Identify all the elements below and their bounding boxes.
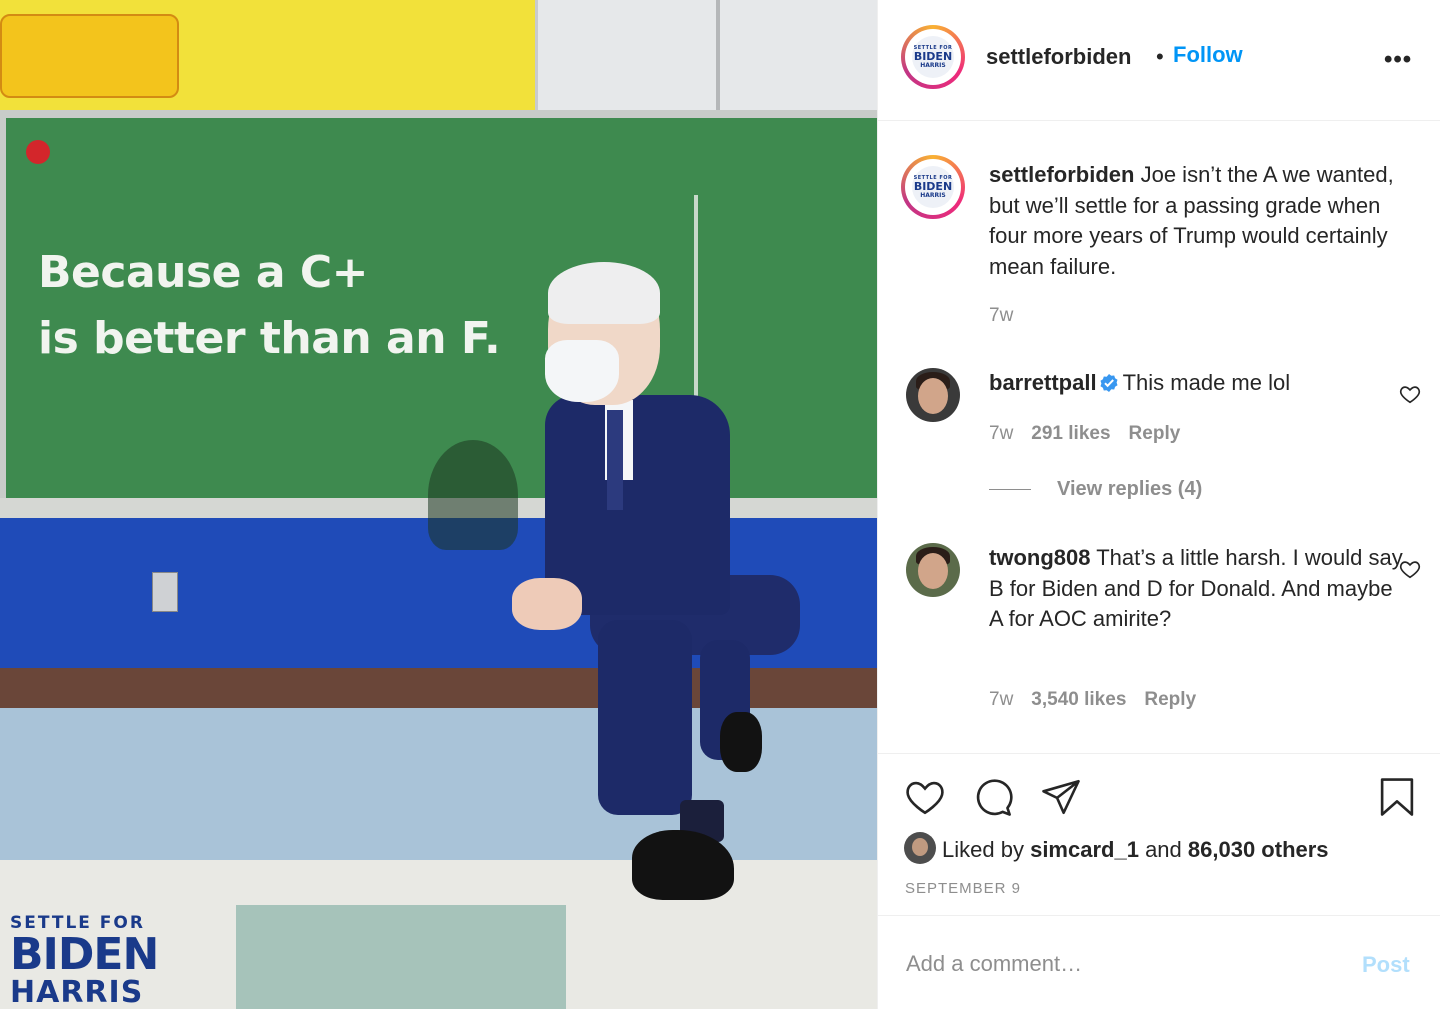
caption-avatar[interactable]: SETTLE FOR BIDEN HARRIS <box>901 155 965 219</box>
welcome-back-bus-poster <box>0 14 179 98</box>
logo-line-3: HARRIS <box>10 975 144 1009</box>
view-replies-button[interactable]: View replies (4) <box>989 478 1202 501</box>
liked-by-and: and <box>1145 837 1182 862</box>
avatar-logo: SETTLE FOR BIDEN HARRIS <box>912 166 954 208</box>
person-hair <box>548 262 660 324</box>
liked-by-prefix: Liked by <box>942 837 1024 862</box>
comment-username[interactable]: twong808 <box>989 545 1090 570</box>
replies-divider-line <box>989 489 1031 491</box>
wall-outlet <box>152 572 178 612</box>
comment-avatar[interactable] <box>906 543 960 597</box>
settle-for-biden-logo: SETTLE FOR BIDEN HARRIS <box>10 913 159 1009</box>
comment-like-heart-icon[interactable] <box>1399 558 1421 580</box>
share-send-icon[interactable] <box>1040 776 1082 818</box>
avatar-logo-line-3: HARRIS <box>920 62 946 69</box>
avatar-face <box>918 553 948 589</box>
comment-meta: 7w 291 likes Reply <box>989 423 1180 445</box>
avatar-logo-line-2: BIDEN <box>913 50 953 63</box>
follow-button[interactable]: Follow <box>1173 42 1243 68</box>
more-options-icon[interactable]: ••• <box>1384 46 1412 74</box>
liked-by-avatar[interactable] <box>904 832 936 864</box>
liked-by: Liked by simcard_1 and 86,030 others <box>904 832 1329 864</box>
person-tie <box>607 410 623 510</box>
view-replies-label: View replies (4) <box>1057 478 1203 500</box>
comment-reply-button[interactable]: Reply <box>1129 423 1181 444</box>
post-date[interactable]: SEPTEMBER 9 <box>905 880 1021 897</box>
comment-like-heart-icon[interactable] <box>1399 383 1421 405</box>
post-image[interactable]: Because a C+ is better than an F. SETTLE… <box>0 0 877 1009</box>
avatar-inner: SETTLE FOR BIDEN HARRIS <box>905 159 961 215</box>
comment-username[interactable]: barrettpall <box>989 370 1097 395</box>
avatar-inner: SETTLE FOR BIDEN HARRIS <box>905 29 961 85</box>
liked-by-others[interactable]: 86,030 others <box>1188 837 1329 862</box>
comment-reply-button[interactable]: Reply <box>1144 689 1196 710</box>
avatar-face <box>918 378 948 414</box>
window <box>535 0 877 113</box>
caption-username[interactable]: settleforbiden <box>989 162 1134 187</box>
chalkboard-line-2: is better than an F. <box>38 313 501 364</box>
save-bookmark-icon[interactable] <box>1376 776 1418 818</box>
avatar-logo: SETTLE FOR BIDEN HARRIS <box>912 36 954 78</box>
caption-age[interactable]: 7w <box>989 305 1013 327</box>
shadow <box>428 440 518 550</box>
comment-input[interactable] <box>904 950 1328 978</box>
comment-bubble-icon[interactable] <box>972 776 1014 818</box>
comment-box: Post <box>878 915 1440 1010</box>
avatar-logo-line-2: BIDEN <box>913 180 953 193</box>
liked-by-user[interactable]: simcard_1 <box>1030 837 1139 862</box>
post-panel: SETTLE FOR BIDEN HARRIS settleforbiden •… <box>877 0 1440 1009</box>
header-separator: • <box>1156 44 1164 69</box>
floor-tile-green <box>236 905 566 1009</box>
chalkboard-text: Because a C+ is better than an F. <box>38 240 501 372</box>
comment-text: This made me lol <box>1122 370 1291 395</box>
avatar-logo-line-3: HARRIS <box>920 192 946 199</box>
person-suit <box>545 395 730 615</box>
caption: settleforbiden Joe isn’t the A we wanted… <box>989 160 1409 282</box>
post-header: SETTLE FOR BIDEN HARRIS settleforbiden •… <box>878 0 1440 121</box>
post-comment-button[interactable]: Post <box>1362 952 1410 978</box>
verified-badge-icon <box>1100 374 1118 392</box>
comment: twong808 That’s a little harsh. I would … <box>989 543 1409 635</box>
comment-likes[interactable]: 291 likes <box>1031 423 1110 444</box>
post-actions: Liked by simcard_1 and 86,030 others SEP… <box>878 753 1440 914</box>
person-leg <box>598 620 692 815</box>
header-avatar[interactable]: SETTLE FOR BIDEN HARRIS <box>901 25 965 89</box>
person-hands <box>512 578 582 630</box>
person-shoe-back <box>720 712 762 772</box>
comment-likes[interactable]: 3,540 likes <box>1031 689 1126 710</box>
apple-decoration <box>26 140 50 164</box>
comment-age[interactable]: 7w <box>989 423 1013 444</box>
like-heart-icon[interactable] <box>904 776 946 818</box>
chalk-line <box>694 195 698 425</box>
comment-meta: 7w 3,540 likes Reply <box>989 689 1196 711</box>
person-face-mask <box>545 340 619 402</box>
logo-line-2: BIDEN <box>10 929 159 980</box>
header-username[interactable]: settleforbiden <box>986 44 1131 70</box>
chalkboard-line-1: Because a C+ <box>38 247 369 298</box>
comment-age[interactable]: 7w <box>989 689 1013 710</box>
comment-avatar[interactable] <box>906 368 960 422</box>
comment: barrettpall This made me lol <box>989 368 1409 399</box>
